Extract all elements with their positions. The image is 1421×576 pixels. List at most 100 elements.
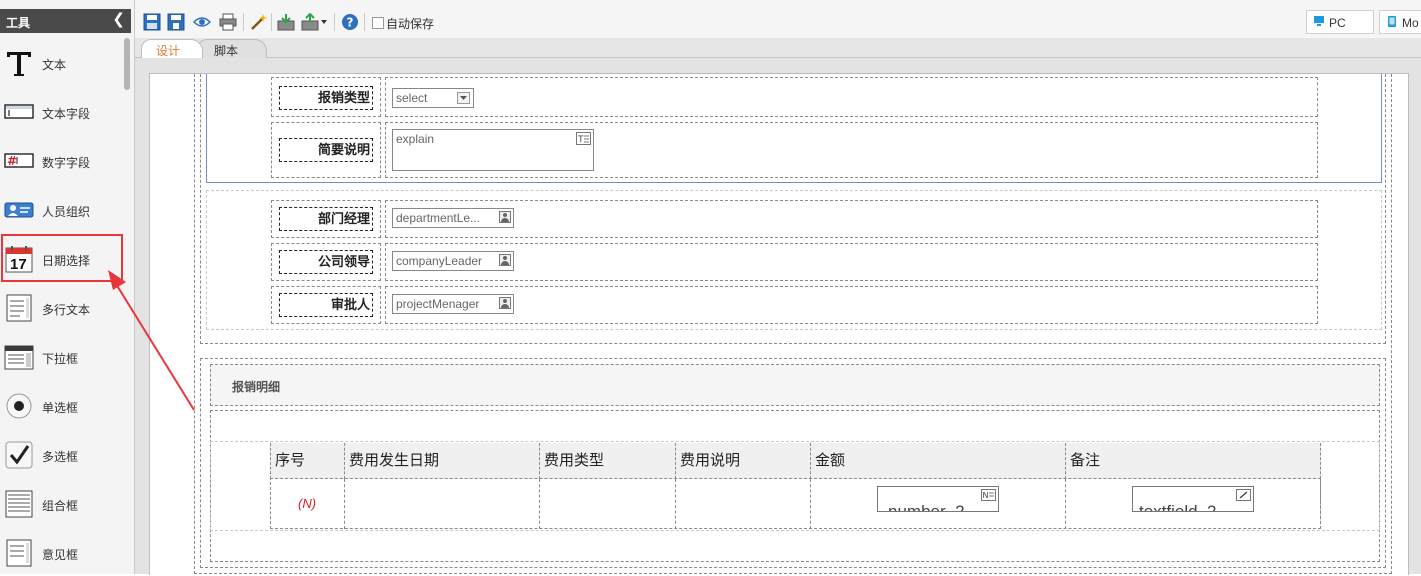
table-cell [345, 479, 540, 529]
tool-label: 文本字段 [42, 107, 91, 121]
person-value: companyLeader [396, 254, 483, 268]
value-cell [385, 77, 1318, 117]
autosave-label: 自动保存 [386, 17, 435, 31]
import-icon[interactable] [277, 13, 295, 31]
detail-section-header [210, 364, 1380, 406]
tab-label: 脚本 [214, 44, 239, 58]
number-field-icon: N [981, 489, 996, 501]
field-label: 公司领导 [279, 250, 373, 274]
tool-checkbox[interactable]: 多选框 [2, 432, 122, 478]
annotation-arrow [108, 270, 195, 411]
tool-label: 多选框 [42, 450, 79, 464]
tool-label: 数字字段 [42, 156, 91, 170]
toolbar-separator [364, 13, 365, 31]
tool-label: 意见框 [42, 548, 79, 562]
person-value: projectMenager [396, 297, 480, 311]
tool-label: 人员组织 [42, 205, 91, 219]
tool-label: 下拉框 [42, 352, 79, 366]
tool-label: 组合框 [42, 499, 79, 513]
edit-icon [1236, 489, 1251, 501]
approver-field[interactable]: projectMenager [392, 294, 514, 314]
table-header-cell: 备注 [1066, 443, 1321, 479]
tool-combobox[interactable]: 组合框 [2, 481, 122, 527]
field-label: 简要说明 [279, 138, 373, 162]
table-cell [540, 479, 676, 529]
amount-number-field[interactable]: number_2 N [877, 486, 999, 512]
person-icon[interactable] [499, 211, 511, 223]
chevron-down-icon [457, 92, 470, 104]
autosave-checkbox[interactable] [372, 17, 384, 29]
tab-design[interactable]: 设计 [141, 39, 203, 58]
preview-icon[interactable] [193, 13, 211, 31]
svg-text:#: # [7, 154, 17, 168]
table-header-cell: 序号 [270, 443, 345, 479]
svg-text:N: N [983, 491, 989, 500]
tool-numberfield[interactable]: # 数字字段 [2, 138, 122, 184]
checkbox-icon [5, 441, 33, 469]
tab-bar: 设计 脚本 [135, 38, 1421, 58]
table-header-cell: 费用发生日期 [345, 443, 540, 479]
multiline-icon [6, 294, 32, 322]
svg-text:T: T [577, 135, 584, 145]
device-mobile-button[interactable]: Mo [1379, 10, 1421, 34]
value-cell [385, 286, 1318, 324]
table-header-cell: 费用类型 [540, 443, 676, 479]
person-icon[interactable] [499, 254, 511, 266]
toolbar: ? 自动保存 PC Mo [135, 0, 1421, 39]
sidebar-scrollbar[interactable] [124, 38, 130, 90]
tool-label: 单选框 [42, 401, 79, 415]
tool-text[interactable]: 文本 [2, 40, 122, 86]
dropdown-icon [4, 345, 34, 370]
mobile-icon [1388, 16, 1396, 27]
table-row: (N) [270, 479, 345, 529]
textarea-icon: T [576, 132, 591, 145]
table-cell [676, 479, 811, 529]
table-header-cell: 金额 [811, 443, 1066, 479]
field-label: 部门经理 [279, 207, 373, 231]
combobox-icon [5, 490, 33, 518]
device-label: Mo [1402, 16, 1419, 30]
print-icon[interactable] [219, 13, 237, 31]
org-icon [4, 202, 34, 218]
svg-text:?: ? [347, 16, 354, 30]
select-value: select [396, 91, 428, 105]
chevron-down-icon[interactable] [321, 19, 327, 25]
section-title: 报销明细 [232, 380, 281, 394]
radio-icon [6, 393, 32, 419]
company-leader-field[interactable]: companyLeader [392, 251, 514, 271]
text-icon [7, 52, 31, 76]
sidebar-header: 工具 ❮ [0, 9, 131, 33]
collapse-icon[interactable]: ❮ [112, 12, 125, 28]
monitor-icon [1314, 16, 1324, 26]
wand-icon[interactable] [249, 13, 267, 31]
field-label: 审批人 [279, 293, 373, 317]
value-cell [385, 200, 1318, 238]
expense-type-select[interactable]: select [392, 88, 474, 108]
numberfield-icon: # [4, 153, 34, 168]
help-icon[interactable]: ? [341, 13, 359, 31]
save-as-icon[interactable] [167, 13, 185, 31]
tool-label: 多行文本 [42, 303, 91, 317]
sidebar-title: 工具 [6, 16, 31, 30]
summary-textarea[interactable]: explain T [392, 129, 594, 171]
textfield-icon [4, 104, 34, 119]
tab-label: 设计 [156, 44, 181, 58]
table-header-cell: 费用说明 [676, 443, 811, 479]
person-value: departmentLe... [396, 211, 481, 225]
device-pc-button[interactable]: PC [1306, 10, 1374, 34]
department-manager-field[interactable]: departmentLe... [392, 208, 514, 228]
remark-text-field[interactable]: textfield_2 [1132, 486, 1254, 512]
toolbar-separator [243, 13, 244, 31]
number-field-value: number_2 [888, 502, 965, 512]
tool-org[interactable]: 人员组织 [2, 187, 122, 233]
tool-opinion[interactable]: 意见框 [2, 530, 122, 576]
tool-textfield[interactable]: 文本字段 [2, 89, 122, 135]
textarea-value: explain [396, 132, 435, 146]
value-cell [385, 243, 1318, 281]
save-icon[interactable] [143, 13, 161, 31]
device-label: PC [1329, 16, 1346, 30]
tab-script[interactable]: 脚本 [197, 39, 267, 58]
opinion-icon [6, 539, 32, 567]
person-icon[interactable] [499, 297, 511, 309]
export-icon[interactable] [301, 13, 319, 31]
